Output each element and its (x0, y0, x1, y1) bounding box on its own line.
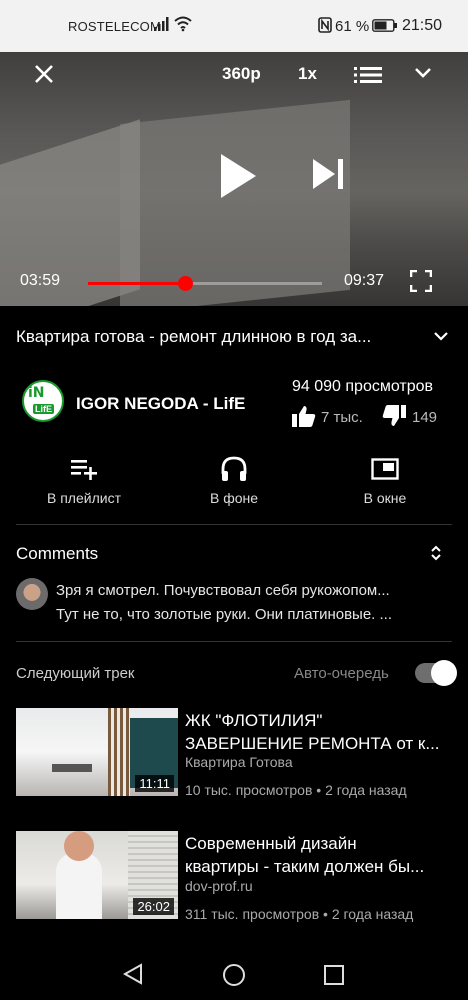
skip-next-icon[interactable] (311, 156, 345, 192)
video-duration: 26:02 (133, 898, 174, 915)
next-video-meta: 10 тыс. просмотров • 2 года назад (185, 782, 407, 798)
play-icon[interactable] (218, 152, 258, 200)
thumbs-down-icon[interactable] (382, 405, 406, 427)
next-video-channel[interactable]: dov-prof.ru (185, 878, 253, 894)
status-bar: ROSTELECOM 61 % 21:50 (0, 0, 468, 52)
fullscreen-icon[interactable] (410, 270, 432, 292)
speed-button[interactable]: 1x (298, 64, 317, 84)
next-video-thumbnail[interactable]: 26:02 (16, 831, 178, 919)
headphones-icon (221, 456, 247, 481)
view-count: 94 090 просмотров (292, 378, 434, 395)
autoplay-toggle[interactable] (415, 660, 457, 686)
like-count: 7 тыс. (321, 409, 363, 426)
current-time: 03:59 (20, 272, 61, 289)
thumbnail-detail (56, 853, 102, 919)
comment-text-line[interactable]: Тут не то, что золотые руки. Они платино… (56, 606, 440, 623)
channel-name[interactable]: IGOR NEGODA - LifE (76, 394, 245, 414)
channel-logo-sub: LifE (33, 404, 54, 414)
thumbnail-detail (52, 764, 92, 772)
comments-header[interactable]: Comments (16, 544, 98, 564)
title-line: Современный дизайн (185, 834, 357, 853)
playlist-add-icon (71, 460, 97, 480)
background-play-label: В фоне (209, 490, 259, 506)
thumbs-up-icon[interactable] (292, 405, 316, 427)
add-to-playlist-label: В плейлист (47, 490, 121, 506)
clock: 21:50 (402, 17, 443, 34)
seek-bar[interactable] (88, 276, 322, 291)
title-line: ЗАВЕРШЕНИЕ РЕМОНТА от к... (185, 734, 440, 753)
quality-button[interactable]: 360p (222, 64, 261, 84)
signal-icon (154, 17, 169, 31)
popup-player-label: В окне (363, 490, 407, 506)
up-next-label: Следующий трек (16, 665, 135, 682)
dislike-count: 149 (412, 409, 438, 426)
expand-chevron-icon[interactable] (433, 330, 449, 342)
next-video-channel[interactable]: Квартира Готова (185, 754, 293, 770)
channel-avatar[interactable]: iN LifE (22, 380, 64, 422)
channel-logo-text: iN (28, 385, 45, 401)
expand-collapse-icon[interactable] (429, 544, 443, 562)
duration-time: 09:37 (344, 272, 385, 289)
system-nav-bar (0, 944, 468, 1000)
nfc-icon (318, 17, 332, 33)
wifi-icon (174, 16, 192, 32)
autoplay-label: Авто-очередь (294, 665, 389, 682)
video-player[interactable]: 360p 1x 03:59 09:37 (0, 52, 468, 306)
title-line: квартиры - таким должен бы... (185, 857, 425, 876)
video-duration: 11:11 (135, 775, 174, 792)
next-video-title[interactable]: ЖК "ФЛОТИЛИЯ" ЗАВЕРШЕНИЕ РЕМОНТА от к... (185, 709, 447, 755)
video-title[interactable]: Квартира готова - ремонт длинною в год з… (16, 327, 428, 347)
seek-progress (88, 282, 186, 285)
comment-text-line[interactable]: Зря я смотрел. Почувствовал себя рукожоп… (56, 582, 440, 599)
chevron-down-icon[interactable] (414, 66, 432, 80)
home-icon[interactable] (222, 963, 246, 987)
add-to-playlist-button[interactable]: В плейлист (14, 454, 154, 506)
battery-icon (372, 19, 397, 32)
background-play-button[interactable]: В фоне (164, 454, 304, 506)
close-icon[interactable] (32, 62, 56, 86)
picture-in-picture-icon (371, 458, 399, 480)
thumbnail-detail (64, 831, 94, 861)
next-video-title[interactable]: Современный дизайн квартиры - таким долж… (185, 832, 447, 878)
divider (16, 524, 452, 525)
thumbnail-detail (108, 708, 130, 796)
recent-apps-icon[interactable] (323, 964, 345, 986)
divider (16, 641, 452, 642)
commenter-avatar[interactable] (16, 578, 48, 610)
carrier-name: ROSTELECOM (68, 19, 162, 34)
title-line: ЖК "ФЛОТИЛИЯ" (185, 711, 323, 730)
next-video-thumbnail[interactable]: 11:11 (16, 708, 178, 796)
next-video-meta: 311 тыс. просмотров • 2 года назад (185, 906, 414, 922)
toggle-thumb (431, 660, 457, 686)
popup-player-button[interactable]: В окне (315, 454, 455, 506)
queue-icon[interactable] (354, 66, 382, 84)
back-icon[interactable] (122, 963, 144, 985)
battery-percent: 61 % (335, 18, 370, 35)
